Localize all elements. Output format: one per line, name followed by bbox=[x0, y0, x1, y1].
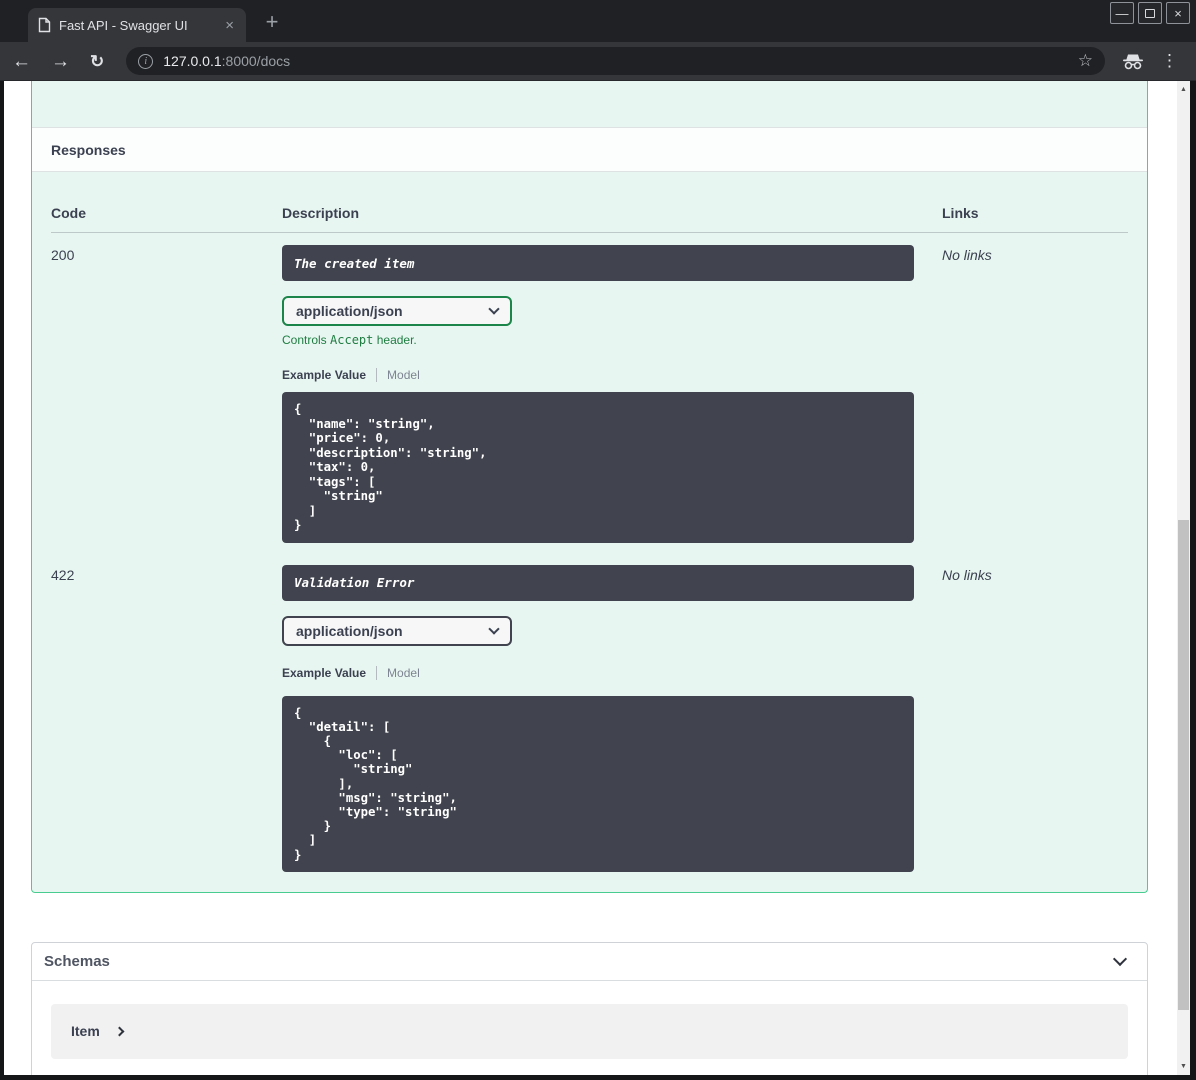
page-content: Responses Code Description Links 200 The… bbox=[4, 81, 1177, 1075]
schema-item-row[interactable]: Item bbox=[51, 1003, 1128, 1059]
post-operation-block: Responses Code Description Links 200 The… bbox=[31, 81, 1148, 893]
responses-section-header: Responses bbox=[32, 127, 1147, 172]
media-type-select[interactable]: application/json bbox=[282, 296, 512, 326]
window-controls: — × bbox=[1110, 2, 1190, 24]
new-tab-button[interactable]: + bbox=[258, 8, 286, 36]
response-description: The created item bbox=[282, 245, 914, 281]
response-code: 200 bbox=[51, 247, 75, 263]
chevron-down-icon bbox=[488, 622, 500, 635]
response-description-cell: Validation Error application/json Exampl… bbox=[282, 553, 942, 872]
column-header-links: Links bbox=[942, 205, 1128, 233]
tab-divider bbox=[376, 665, 378, 680]
forward-icon[interactable]: → bbox=[51, 52, 70, 71]
response-row-200: 200 The created item application/json Co… bbox=[51, 233, 1128, 553]
schemas-section: Schemas Item ValidationError bbox=[31, 941, 1148, 1075]
example-json[interactable]: { "detail": [ { "loc": [ "string" ], "ms… bbox=[282, 695, 914, 872]
tab-example-value[interactable]: Example Value bbox=[282, 368, 366, 382]
title-bar: Fast API - Swagger UI × + — × bbox=[0, 0, 1196, 42]
column-header-description: Description bbox=[282, 205, 942, 233]
media-type-select[interactable]: application/json bbox=[282, 615, 512, 646]
back-icon[interactable]: ← bbox=[12, 52, 31, 71]
page-favicon-icon bbox=[38, 17, 51, 33]
example-model-tabs: Example Value Model bbox=[282, 368, 942, 382]
tab-close-icon[interactable]: × bbox=[221, 16, 238, 35]
response-code: 422 bbox=[51, 566, 75, 583]
response-links: No links bbox=[942, 566, 992, 583]
tab-title: Fast API - Swagger UI bbox=[59, 17, 188, 33]
responses-title: Responses bbox=[51, 141, 126, 158]
browser-toolbar: ← → ↻ i 127.0.0.1:8000/docs ☆ ⋮ bbox=[0, 42, 1196, 81]
schemas-title: Schemas bbox=[44, 952, 110, 970]
tab-example-value[interactable]: Example Value bbox=[282, 666, 366, 680]
url-text[interactable]: 127.0.0.1:8000/docs bbox=[163, 53, 290, 69]
tab-model[interactable]: Model bbox=[387, 368, 420, 382]
example-model-tabs: Example Value Model bbox=[282, 665, 942, 680]
response-row-422: 422 Validation Error application/json Ex… bbox=[51, 553, 1128, 872]
operation-body-spacer bbox=[32, 81, 1147, 127]
responses-table-head: Code Description Links bbox=[51, 172, 1128, 233]
incognito-icon bbox=[1121, 53, 1145, 70]
vertical-scrollbar[interactable]: ▲ ▼ bbox=[1177, 81, 1190, 1075]
maximize-button[interactable] bbox=[1138, 2, 1162, 24]
minimize-button[interactable]: — bbox=[1110, 2, 1134, 24]
close-button[interactable]: × bbox=[1166, 2, 1190, 24]
site-info-icon[interactable]: i bbox=[138, 53, 154, 69]
scrollbar-thumb[interactable] bbox=[1178, 520, 1189, 1010]
browser-menu-icon[interactable]: ⋮ bbox=[1161, 51, 1178, 71]
chevron-down-icon[interactable] bbox=[1112, 951, 1128, 966]
reload-icon[interactable]: ↻ bbox=[90, 53, 104, 70]
tab-divider bbox=[376, 368, 378, 382]
chevron-down-icon bbox=[488, 303, 500, 315]
address-bar[interactable]: i 127.0.0.1:8000/docs ☆ bbox=[126, 47, 1105, 75]
responses-table: Code Description Links 200 The created i… bbox=[32, 172, 1147, 892]
schemas-header[interactable]: Schemas bbox=[32, 943, 1147, 981]
example-json[interactable]: { "name": "string", "price": 0, "descrip… bbox=[282, 392, 914, 543]
schema-name: Item bbox=[71, 1023, 100, 1040]
media-type-value: application/json bbox=[296, 303, 403, 319]
controls-accept-note: Controls Accept header. bbox=[282, 333, 417, 347]
media-type-value: application/json bbox=[296, 622, 403, 639]
response-links: No links bbox=[942, 247, 992, 263]
maximize-icon bbox=[1145, 8, 1155, 18]
response-description-cell: The created item application/json Contro… bbox=[282, 233, 942, 553]
tab-model[interactable]: Model bbox=[387, 666, 420, 680]
scroll-down-icon[interactable]: ▼ bbox=[1177, 1060, 1190, 1073]
schemas-body: Item ValidationError bbox=[32, 981, 1147, 1075]
chevron-right-icon[interactable] bbox=[114, 1026, 125, 1037]
bookmark-star-icon[interactable]: ☆ bbox=[1078, 51, 1093, 71]
browser-window: Fast API - Swagger UI × + — × ← → ↻ i 12… bbox=[0, 0, 1196, 1080]
column-header-code: Code bbox=[51, 205, 282, 233]
response-description: Validation Error bbox=[282, 564, 914, 601]
scroll-up-icon[interactable]: ▲ bbox=[1177, 83, 1190, 96]
browser-tab[interactable]: Fast API - Swagger UI × bbox=[28, 8, 246, 42]
